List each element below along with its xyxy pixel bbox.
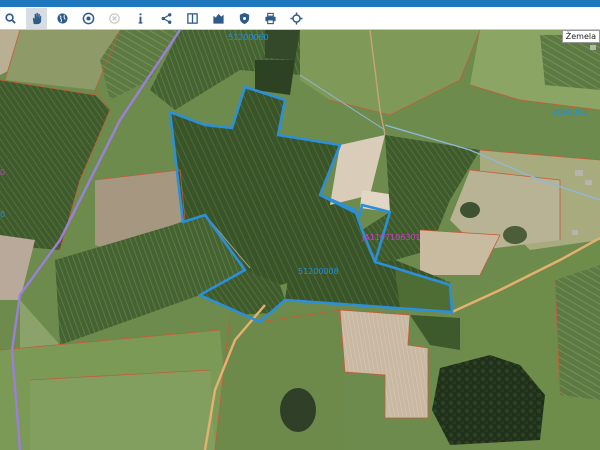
compare-button[interactable] xyxy=(182,8,203,29)
field-crop xyxy=(555,265,600,400)
layer-switcher-label[interactable]: Žemela xyxy=(561,30,600,43)
hand-icon xyxy=(32,12,42,24)
shield-icon xyxy=(239,12,250,24)
field-meadow xyxy=(215,310,345,450)
tree-patch xyxy=(460,202,480,218)
globe-icon xyxy=(57,12,68,24)
tree-patch xyxy=(503,226,527,244)
share-button[interactable] xyxy=(156,8,177,29)
top-accent-bar xyxy=(0,0,600,7)
map-toolbar xyxy=(0,7,600,30)
field-meadow xyxy=(30,370,215,450)
magnifier-icon xyxy=(5,12,16,24)
layers-target-button[interactable] xyxy=(78,8,99,29)
chart-button[interactable] xyxy=(208,8,229,29)
disabled-tool-button[interactable] xyxy=(104,8,125,29)
split-view-icon xyxy=(187,12,198,24)
print-button[interactable] xyxy=(260,8,281,29)
target-icon xyxy=(82,12,95,24)
satellite-map[interactable]: 51200060 2090001 0 0 JA1107106301 512000… xyxy=(0,30,600,450)
info-button[interactable] xyxy=(130,8,151,29)
shield-button[interactable] xyxy=(234,8,255,29)
field-crop xyxy=(540,35,600,90)
crosshair-icon xyxy=(290,11,303,25)
circle-x-icon xyxy=(109,12,120,24)
parcel-label-center[interactable]: 51200008 xyxy=(298,267,339,276)
info-icon xyxy=(138,12,143,24)
map-canvas[interactable]: 51200060 2090001 0 0 JA1107106301 512000… xyxy=(0,30,600,450)
bar-chart-icon xyxy=(213,13,224,24)
parcel-label-left-blue[interactable]: 0 xyxy=(0,210,5,219)
printer-icon xyxy=(265,12,276,24)
globe-tool-button[interactable] xyxy=(52,8,73,29)
tree-patch xyxy=(280,388,316,432)
parcel-label-left-purple[interactable]: 0 xyxy=(0,168,5,177)
locate-button[interactable] xyxy=(286,8,307,29)
tree-patch xyxy=(265,30,300,60)
share-icon xyxy=(161,12,172,24)
zoom-tool-button[interactable] xyxy=(0,8,21,29)
pan-tool-button[interactable] xyxy=(26,7,47,29)
tree-patch xyxy=(255,60,295,95)
parcel-label-right[interactable]: 2090001 xyxy=(552,108,588,117)
parcel-label-top[interactable]: 51200060 xyxy=(228,33,269,42)
selected-parcel-label[interactable]: JA1107106301 xyxy=(361,233,421,242)
